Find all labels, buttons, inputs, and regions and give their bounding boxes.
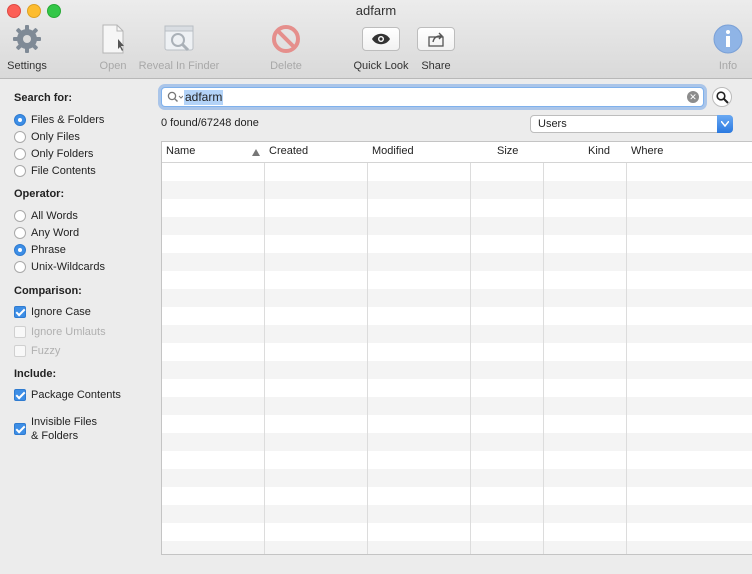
radio-icon — [14, 148, 26, 160]
eye-icon — [362, 27, 400, 51]
checkbox-icon — [14, 345, 26, 357]
table-row — [162, 541, 752, 554]
operator-heading: Operator: — [14, 188, 65, 200]
table-row — [162, 379, 752, 397]
column-header-size[interactable]: Size — [497, 145, 518, 157]
checkbox-checked-icon — [14, 423, 26, 435]
column-header-kind[interactable]: Kind — [588, 145, 610, 157]
checkbox-ignore-case[interactable]: Ignore Case — [14, 306, 91, 318]
no-entry-icon — [264, 22, 308, 56]
radio-icon — [14, 210, 26, 222]
checkbox-fuzzy[interactable]: Fuzzy — [14, 345, 60, 357]
radio-only-files[interactable]: Only Files — [14, 131, 80, 143]
checkbox-checked-icon — [14, 389, 26, 401]
table-row — [162, 163, 752, 181]
quick-look-label: Quick Look — [353, 60, 409, 72]
reveal-in-finder-icon — [134, 22, 224, 56]
table-row — [162, 325, 752, 343]
document-icon — [95, 22, 131, 56]
info-icon — [710, 22, 746, 56]
share-icon — [417, 27, 455, 51]
sort-ascending-icon — [252, 147, 260, 159]
delete-label: Delete — [270, 60, 302, 72]
column-header-modified[interactable]: Modified — [372, 145, 414, 157]
reveal-in-finder-button[interactable]: Reveal In Finder — [134, 22, 224, 72]
reveal-in-finder-label: Reveal In Finder — [138, 60, 220, 72]
scope-value: Users — [538, 118, 567, 130]
table-row — [162, 217, 752, 235]
table-row — [162, 289, 752, 307]
column-header-name[interactable]: Name — [166, 145, 195, 157]
radio-only-folders[interactable]: Only Folders — [14, 148, 93, 160]
radio-icon — [14, 131, 26, 143]
quick-look-button[interactable]: Quick Look — [350, 22, 412, 72]
toolbar: adfarm Settings Open Reveal In Finder De… — [0, 0, 752, 79]
column-divider — [470, 142, 471, 554]
column-header-where[interactable]: Where — [631, 145, 663, 157]
table-row — [162, 469, 752, 487]
checkbox-package-contents[interactable]: Package Contents — [14, 389, 121, 401]
column-divider — [626, 142, 627, 554]
checkbox-invisible-files[interactable]: Invisible Files & Folders — [14, 415, 97, 443]
checkbox-checked-icon — [14, 306, 26, 318]
include-heading: Include: — [14, 368, 57, 380]
checkbox-ignore-umlauts[interactable]: Ignore Umlauts — [14, 326, 106, 338]
checkbox-icon — [14, 326, 26, 338]
table-row — [162, 181, 752, 199]
search-input[interactable]: adfarm — [184, 90, 224, 105]
search-field[interactable]: adfarm ✕ — [161, 87, 704, 107]
table-row — [162, 523, 752, 541]
column-divider — [367, 142, 368, 554]
table-row — [162, 343, 752, 361]
settings-button[interactable]: Settings — [4, 22, 50, 72]
search-icon — [167, 91, 183, 102]
chevron-down-icon — [717, 115, 733, 133]
radio-all-words[interactable]: All Words — [14, 210, 78, 222]
delete-button[interactable]: Delete — [264, 22, 308, 72]
table-row — [162, 307, 752, 325]
open-button[interactable]: Open — [95, 22, 131, 72]
table-row — [162, 253, 752, 271]
column-divider — [543, 142, 544, 554]
radio-phrase[interactable]: Phrase — [14, 244, 66, 256]
table-row — [162, 487, 752, 505]
radio-any-word[interactable]: Any Word — [14, 227, 79, 239]
radio-selected-icon — [14, 114, 26, 126]
radio-icon — [14, 261, 26, 273]
table-row — [162, 505, 752, 523]
radio-icon — [14, 165, 26, 177]
magnifier-icon — [716, 91, 729, 104]
start-search-button[interactable] — [712, 87, 732, 107]
table-row — [162, 433, 752, 451]
radio-selected-icon — [14, 244, 26, 256]
comparison-heading: Comparison: — [14, 285, 82, 297]
column-divider — [264, 142, 265, 554]
clear-search-icon[interactable]: ✕ — [687, 91, 699, 103]
radio-file-contents[interactable]: File Contents — [14, 165, 96, 177]
radio-unix-wildcards[interactable]: Unix-Wildcards — [14, 261, 105, 273]
search-for-heading: Search for: — [14, 92, 73, 104]
column-header-created[interactable]: Created — [269, 145, 308, 157]
results-table[interactable]: Name Created Modified Size Kind Where — [161, 141, 752, 555]
open-label: Open — [99, 60, 127, 72]
table-row — [162, 271, 752, 289]
share-button[interactable]: Share — [416, 22, 456, 72]
settings-label: Settings — [7, 60, 47, 72]
table-row — [162, 451, 752, 469]
table-row — [162, 361, 752, 379]
search-status: 0 found/67248 done — [161, 117, 259, 129]
radio-icon — [14, 227, 26, 239]
table-row — [162, 397, 752, 415]
info-button[interactable]: Info — [710, 22, 746, 72]
info-label: Info — [718, 60, 738, 72]
share-label: Share — [421, 60, 451, 72]
window-title: adfarm — [355, 3, 397, 18]
radio-files-folders[interactable]: Files & Folders — [14, 114, 104, 126]
table-row — [162, 199, 752, 217]
table-row — [162, 415, 752, 433]
scope-dropdown[interactable]: Users — [530, 115, 733, 133]
table-header: Name Created Modified Size Kind Where — [162, 142, 752, 163]
gear-icon — [4, 22, 50, 56]
table-row — [162, 235, 752, 253]
